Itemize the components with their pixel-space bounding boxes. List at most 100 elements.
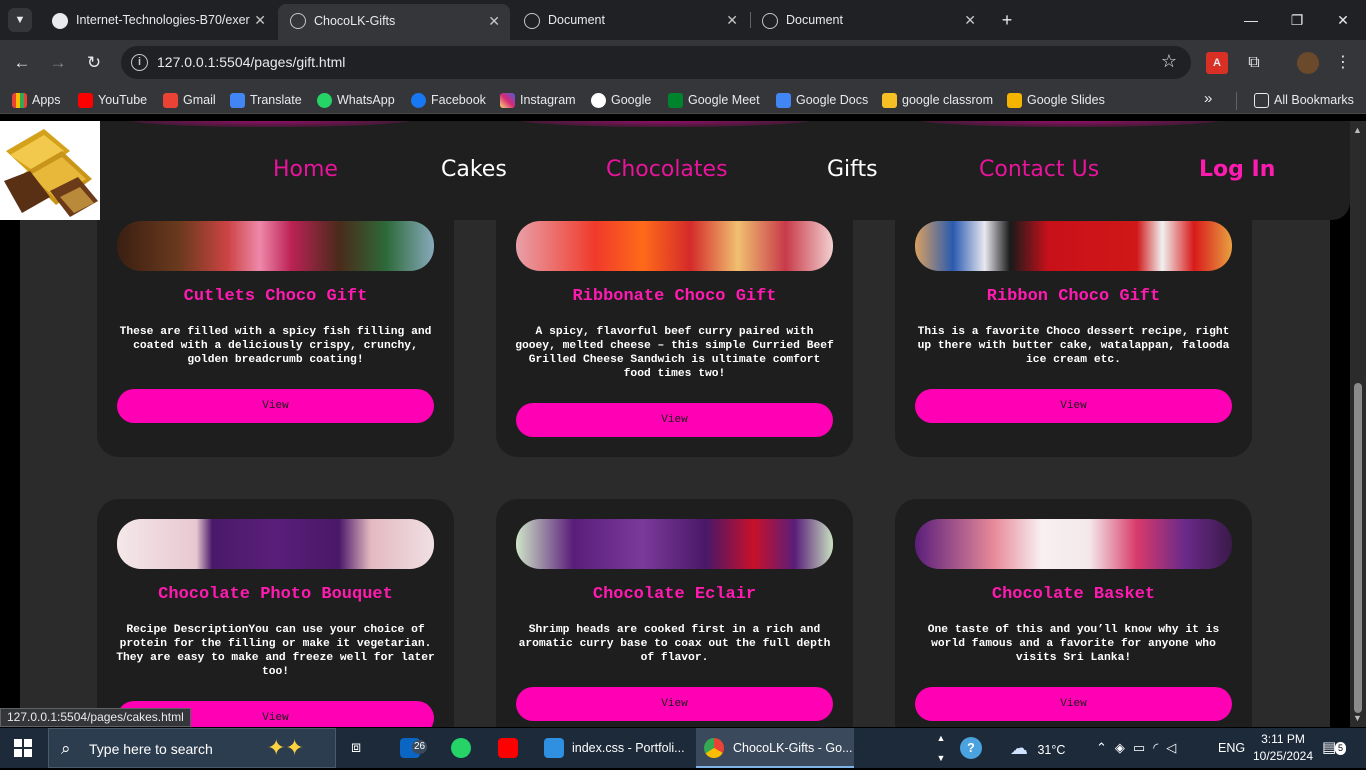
gift-card-title: Ribbonate Choco Gift	[572, 287, 777, 306]
tab-document-1[interactable]: Document ✕	[512, 4, 748, 36]
cloud-icon: ☁	[1010, 738, 1028, 758]
new-tab-button[interactable]: +	[996, 8, 1018, 32]
nav-chocolates-link[interactable]: Chocolates	[606, 157, 728, 182]
taskbar-app-label: ChocoLK-Gifts - Go...	[733, 741, 853, 755]
tab-chocolk-gifts[interactable]: ChocoLK-Gifts ✕	[278, 4, 510, 40]
volume-icon[interactable]: ◁	[1166, 740, 1184, 755]
scroll-up-arrow-icon[interactable]: ▲	[1353, 125, 1362, 135]
view-button[interactable]: View	[516, 403, 833, 437]
battery-icon[interactable]: ▭	[1133, 740, 1153, 755]
nav-contact-link[interactable]: Contact Us	[979, 157, 1099, 182]
minimize-button[interactable]: —	[1228, 0, 1274, 40]
system-tray-icons[interactable]: ⌃◈▭◜◁	[1096, 728, 1216, 768]
nav-cakes-link[interactable]: Cakes	[441, 157, 507, 182]
gmail-icon	[163, 93, 178, 108]
taskbar-linkedin[interactable]: 26	[392, 728, 436, 768]
bookmark-gmail[interactable]: Gmail	[163, 92, 216, 110]
profile-avatar[interactable]	[1297, 52, 1319, 74]
forward-button[interactable]: →	[45, 50, 71, 76]
bookmarks-bar: Apps YouTube Gmail Translate WhatsApp Fa…	[0, 86, 1366, 114]
view-button[interactable]: View	[516, 687, 833, 721]
wifi-icon[interactable]: ◜	[1153, 740, 1166, 755]
browser-menu-icon[interactable]: ⋮	[1332, 52, 1354, 74]
bookmark-google-docs[interactable]: Google Docs	[776, 92, 868, 110]
tab-document-2[interactable]: Document ✕	[750, 4, 986, 36]
view-button[interactable]: View	[117, 389, 434, 423]
nav-gifts-link[interactable]: Gifts	[827, 157, 878, 182]
all-bookmarks-button[interactable]: All Bookmarks	[1254, 92, 1354, 110]
bookmark-whatsapp[interactable]: WhatsApp	[317, 92, 395, 110]
taskbar-search[interactable]: ⌕ Type here to search ✦✦	[48, 728, 336, 768]
bookmark-facebook[interactable]: Facebook	[411, 92, 486, 110]
linkedin-badge: 26	[412, 740, 428, 754]
bookmark-google-meet[interactable]: Google Meet	[668, 92, 760, 110]
gift-card-description: Shrimp heads are cooked first in a rich …	[518, 624, 831, 664]
windows-start-icon[interactable]	[14, 739, 32, 757]
nav-glow	[920, 121, 1220, 127]
nav-login-link[interactable]: Log In	[1199, 157, 1275, 182]
instagram-icon	[500, 93, 515, 108]
url-text[interactable]: 127.0.0.1:5504/pages/gift.html	[157, 54, 345, 70]
close-icon[interactable]: ✕	[488, 4, 500, 38]
translate-icon	[230, 93, 245, 108]
globe-icon	[762, 13, 778, 29]
network-icon[interactable]: ◈	[1115, 740, 1133, 755]
view-button[interactable]: View	[915, 389, 1232, 423]
close-icon[interactable]: ✕	[726, 4, 738, 36]
scrollbar-thumb[interactable]	[1354, 383, 1362, 713]
taskbar-youtube[interactable]	[490, 728, 526, 768]
scroll-down-arrow-icon[interactable]: ▼	[1353, 713, 1362, 723]
bookmark-apps[interactable]: Apps	[12, 92, 61, 110]
tab-github[interactable]: Internet-Technologies-B70/exer ✕	[40, 4, 276, 36]
gift-card-image	[915, 221, 1232, 271]
bookmark-star-icon[interactable]: ☆	[1161, 51, 1177, 72]
view-button[interactable]: View	[915, 687, 1232, 721]
task-view-button[interactable]: ⧈	[344, 728, 376, 768]
tray-overflow-chevron-icon[interactable]: ⌃	[1096, 740, 1115, 755]
gift-card-title: Chocolate Basket	[991, 585, 1156, 604]
language-indicator[interactable]: ENG	[1218, 728, 1248, 768]
taskbar-clock[interactable]: 3:11 PM 10/25/2024	[1250, 731, 1316, 765]
site-info-icon[interactable]: i	[131, 54, 148, 71]
reload-button[interactable]: ↻	[81, 50, 107, 76]
task-view-icon: ⧈	[351, 739, 362, 756]
restore-button[interactable]: ❐	[1274, 0, 1320, 40]
gift-card-image	[516, 519, 833, 569]
tab-search-button[interactable]: ▼	[8, 8, 32, 32]
page-scrollbar[interactable]: ▲ ▼	[1350, 121, 1366, 727]
bookmark-instagram[interactable]: Instagram	[500, 92, 576, 110]
help-icon[interactable]: ?	[960, 728, 986, 768]
bookmark-translate[interactable]: Translate	[230, 92, 302, 110]
chocolate-logo[interactable]	[0, 121, 100, 220]
notifications-button[interactable]: ▤ 5	[1322, 728, 1352, 768]
bookmark-youtube[interactable]: YouTube	[78, 92, 147, 110]
weather-widget[interactable]: ☁ 31°C	[1010, 728, 1080, 768]
gift-card: Chocolate Basket One taste of this and y…	[895, 499, 1252, 727]
gift-card-description: These are filled with a spicy fish filli…	[119, 326, 432, 366]
search-highlight-icon: ✦✦	[267, 735, 304, 760]
address-bar[interactable]: i 127.0.0.1:5504/pages/gift.html ☆	[121, 46, 1191, 79]
bookmark-google-slides[interactable]: Google Slides	[1007, 92, 1105, 110]
taskbar-vscode[interactable]: index.css - Portfoli...	[536, 728, 688, 768]
close-icon[interactable]: ✕	[254, 4, 266, 36]
gift-card-description: A spicy, flavorful beef curry paired wit…	[515, 326, 834, 380]
bookmarks-separator	[1236, 92, 1237, 110]
google-slides-icon	[1007, 93, 1022, 108]
taskbar-chrome[interactable]: ChocoLK-Gifts - Go...	[696, 728, 854, 768]
bookmark-google[interactable]: Google	[591, 92, 651, 110]
taskbar-whatsapp[interactable]	[443, 728, 479, 768]
extensions-puzzle-icon[interactable]: ⧉	[1243, 52, 1265, 74]
back-button[interactable]: ←	[9, 50, 35, 76]
nav-home-link[interactable]: Home	[273, 157, 338, 182]
pdf-extension-icon[interactable]: A	[1206, 52, 1228, 74]
close-window-button[interactable]: ✕	[1320, 0, 1366, 40]
close-icon[interactable]: ✕	[964, 4, 976, 36]
bookmark-google-classroom[interactable]: google classrom	[882, 92, 993, 110]
gift-card-title: Ribbon Choco Gift	[986, 287, 1161, 306]
bookmarks-overflow-chevron-icon[interactable]: »	[1204, 90, 1212, 107]
taskbar-scroll-arrows[interactable]: ▲ ▼	[934, 728, 948, 768]
github-icon	[52, 13, 68, 29]
globe-icon	[290, 13, 306, 29]
clock-date: 10/25/2024	[1252, 749, 1314, 763]
nav-glow	[130, 121, 410, 127]
